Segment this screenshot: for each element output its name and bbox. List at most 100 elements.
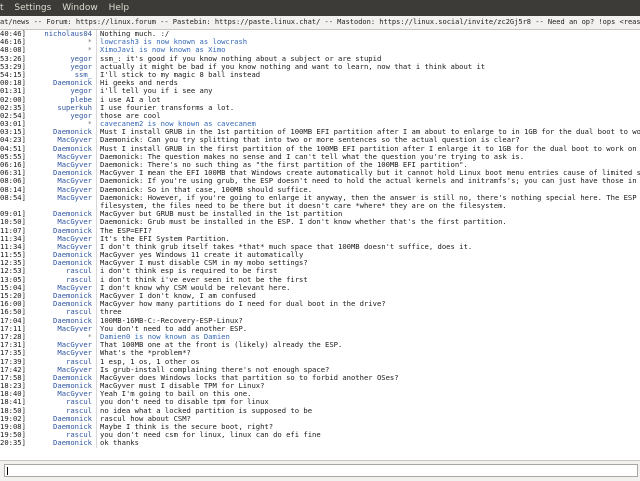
message-nick[interactable]: MacGyver [26,177,96,185]
message-text: Hi geeks and nerds [100,79,178,88]
message-nick[interactable]: MacGyver [26,284,96,292]
message-row: 53:29] yegor actually it might be bad if y… [0,62,640,71]
message-nick[interactable]: MacGyver [26,243,96,251]
message-nick[interactable]: Daemonick [26,382,96,390]
message-text: cavecanem2 is now known as cavecanem [100,120,256,129]
message-nick[interactable]: Daemonick [26,251,96,259]
message-timestamp: 17:58] [0,373,26,382]
message-nick[interactable]: rascul [26,276,96,284]
message-text: i use AI a lot [100,95,161,104]
message-text: Damien0 is now known as Damien [100,332,230,341]
message-text: I don't know why CSM would be relevant h… [100,283,291,292]
message-nick[interactable]: MacGyver [26,325,96,333]
message-row: 19:02] Daemonick rascul how about CSM? [0,414,640,423]
message-nick[interactable]: MacGyver [26,349,96,357]
message-nick[interactable]: yegor [26,55,96,63]
message-nick[interactable]: MacGyver [26,390,96,398]
message-row: 20:35] Daemonick ok thanks [0,439,640,448]
message-timestamp: 17:31] [0,341,26,350]
message-nick[interactable]: MacGyver [26,218,96,226]
message-text: ok thanks [100,439,139,448]
message-nick[interactable]: plebe [26,96,96,104]
message-row: 11:34] MacGyver It's the EFI System Partit… [0,234,640,243]
message-text: The ESP=EFI? [100,226,152,235]
message-text: Maybe I think is the secure boot, right? [100,423,274,431]
message-nick[interactable]: MacGyver [26,186,96,194]
message-row: 17:35] MacGyver What's the *problem*? [0,349,640,358]
message-text: Is grub-install complaining there's not … [100,365,330,374]
message-row: 17:31] MacGyver That 100MB one at the fron… [0,341,640,350]
message-row: 08:06] MacGyver Daemonick: If you're using… [0,177,640,186]
message-nick[interactable]: rascul [26,407,96,415]
message-nick[interactable]: rascul [26,267,96,275]
message-timestamp: 03:15] [0,128,26,137]
message-timestamp: 20:35] [0,439,26,448]
message-nick[interactable]: yegor [26,87,96,95]
message-nick[interactable]: rascul [26,308,96,316]
message-nick[interactable]: superkuh [26,104,96,112]
message-nick[interactable]: MacGyver [26,194,96,202]
message-nick[interactable]: MacGyver [26,366,96,374]
message-row: 02:00] plebe i use AI a lot [0,95,640,104]
message-nick[interactable]: Daemonick [26,145,96,153]
menu-item-file[interactable]: t [0,0,8,16]
message-nick[interactable]: Daemonick [26,128,96,136]
message-timestamp: 17:35] [0,349,26,358]
message-input[interactable] [4,464,638,477]
message-nick[interactable]: Daemonick [26,374,96,382]
message-nick[interactable] [26,202,96,210]
message-nick[interactable]: rascul [26,398,96,406]
message-nick[interactable]: Daemonick [26,227,96,235]
message-row: 17:11] MacGyver You don't need to add anot… [0,324,640,333]
message-nick[interactable]: Daemonick [26,423,96,431]
menu-item-settings[interactable]: Settings [10,0,55,16]
message-row: 53:26] yegor ssm_: it's good if you know n… [0,54,640,63]
message-text: you don't need to disable tpm for linux [100,398,269,407]
message-nick[interactable]: * [26,38,96,46]
message-text: Daemonick: Can you try splitting that in… [100,136,520,145]
message-nick[interactable]: * [26,120,96,128]
message-nick[interactable]: yegor [26,112,96,120]
message-nick[interactable]: rascul [26,431,96,439]
message-text: Yeah I'm going to bail on this one. [100,390,252,399]
message-timestamp: 10:50] [0,218,26,227]
message-timestamp: 46:16] [0,38,26,47]
message-text: It's the EFI System Partition. [100,234,230,243]
message-nick[interactable]: MacGyver [26,153,96,161]
message-nick[interactable]: Daemonick [26,210,96,218]
message-nick[interactable]: MacGyver [26,161,96,169]
message-row: 06:16] MacGyver Daemonick: There's no such… [0,161,640,170]
message-nick[interactable]: * [26,333,96,341]
message-nick[interactable]: Daemonick [26,300,96,308]
message-nick[interactable]: MacGyver [26,235,96,243]
message-nick[interactable]: Daemonick [26,317,96,325]
message-row: 18:41] rascul you don't need to disable tp… [0,398,640,407]
message-nick[interactable]: MacGyver [26,136,96,144]
message-timestamp: 00:18] [0,79,26,88]
message-nick[interactable]: Daemonick [26,439,96,447]
message-nick[interactable]: ssm_ [26,71,96,79]
message-nick[interactable]: Daemonick [26,415,96,423]
message-row: 40:46] nicholaus04 Nothing much. :/ [0,30,640,39]
message-timestamp: 11:55] [0,251,26,260]
message-row: 08:54] MacGyver Daemonick: However, if you… [0,193,640,202]
message-timestamp: 19:50] [0,431,26,440]
message-nick[interactable]: * [26,46,96,54]
message-nick[interactable]: yegor [26,63,96,71]
menu-item-help[interactable]: Help [105,0,134,16]
message-row: 05:55] MacGyver Daemonick: The question ma… [0,152,640,161]
message-nick[interactable]: Daemonick [26,169,96,177]
message-nick[interactable]: Daemonick [26,259,96,267]
message-row: 12:53] rascul i don't think esp is require… [0,267,640,276]
message-timestamp: 12:53] [0,267,26,276]
message-nick[interactable]: nicholaus04 [26,30,96,38]
message-nick[interactable]: Daemonick [26,79,96,87]
message-nick[interactable]: rascul [26,358,96,366]
message-text: MacGyver yes Windows 11 create it automa… [100,251,304,260]
message-nick[interactable]: MacGyver [26,341,96,349]
message-nick[interactable]: Daemonick [26,292,96,300]
message-row: 02:54] yegor those are cool [0,111,640,121]
message-timestamp: 16:50] [0,308,26,317]
chat-log[interactable]: 40:46] nicholaus04 Nothing much. :/46:16] *… [0,30,640,460]
menu-item-window[interactable]: Window [58,0,102,16]
